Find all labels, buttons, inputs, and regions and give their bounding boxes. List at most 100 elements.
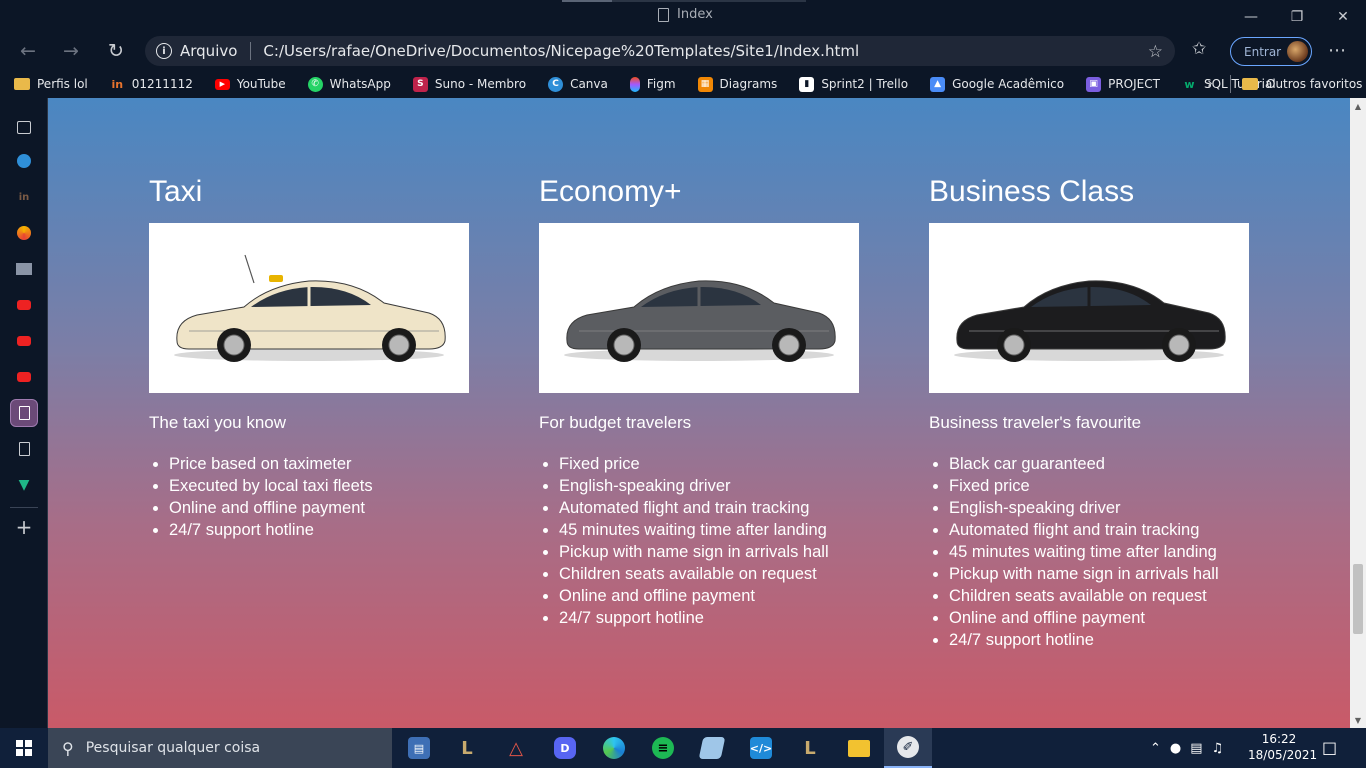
taskbar-app[interactable]: ✐ [884,728,932,768]
add-favorite-icon[interactable]: ☆ [1148,42,1163,62]
chevron-up-icon[interactable]: ⌃ [1150,741,1161,756]
card-title: Economy+ [539,175,682,208]
computer-icon: ▤ [408,737,430,759]
economy-car-image [564,280,836,362]
web-page: Taxi The taxi you know Price based on ta… [48,98,1350,728]
bookmarks-bar: Perfis lol in 01211112 ▶ YouTube ✆ Whats… [0,70,1366,98]
youtube-icon[interactable] [10,291,38,319]
app-icon [698,737,726,759]
youtube-icon: ▶ [214,78,230,90]
favorites-icon[interactable]: ✩ [1192,39,1206,59]
scroll-down-icon[interactable]: ▼ [1350,712,1366,728]
microphone-icon[interactable]: ● [1170,741,1181,756]
whatsapp-icon: ✆ [307,76,323,92]
info-icon[interactable]: i [156,43,172,59]
volume-icon[interactable]: ♫ [1212,741,1224,756]
search-icon: ⚲ [62,738,74,758]
taskbar-app[interactable]: D [541,728,589,768]
feature-item: Black car guaranteed [949,453,1219,475]
taskbar-app[interactable]: L [443,728,491,768]
chevron-right-icon[interactable]: › [1207,74,1213,92]
tab-strip[interactable] [562,0,806,2]
refresh-button[interactable]: ↻ [102,39,130,63]
bookmark-item[interactable]: ▦ Diagrams [684,70,786,98]
car-rim [388,334,410,356]
taskbar-app[interactable] [590,728,638,768]
add-icon[interactable]: + [10,513,38,541]
bookmark-item[interactable]: ▲ Google Acadêmico [916,70,1072,98]
car-rim [223,334,245,356]
notification-icon[interactable]: □ [1322,738,1337,757]
page-icon[interactable] [10,399,38,427]
bookmark-item[interactable]: ▣ PROJECT [1072,70,1168,98]
more-menu-icon[interactable]: ⋯ [1328,40,1346,61]
address-bar[interactable]: i Arquivo C:/Users/rafae/OneDrive/Docume… [145,36,1175,66]
car-rim [1168,334,1190,356]
bookmark-item[interactable]: ▮ Sprint2 | Trello [785,70,916,98]
scheme-label: Arquivo [180,42,238,60]
feature-item: Fixed price [949,475,1219,497]
taskbar-app[interactable]: L [786,728,834,768]
scroll-up-icon[interactable]: ▲ [1350,98,1366,114]
bookmark-item[interactable]: S Suno - Membro [399,70,534,98]
feature-item: Children seats available on request [559,563,829,585]
car-rim [1003,334,1025,356]
minimize-button[interactable]: — [1228,0,1274,33]
card-title: Business Class [929,175,1135,208]
page-icon[interactable] [10,435,38,463]
bookmark-item[interactable]: ▶ YouTube [201,70,294,98]
folder-icon [14,78,30,90]
card-title: Taxi [149,175,203,208]
card-subtitle: For budget travelers [539,413,692,432]
scrollbar-thumb[interactable] [1353,564,1363,634]
card-subtitle: Business traveler's favourite [929,413,1142,432]
window-title: Index [658,7,713,22]
clock[interactable]: 16:22 18/05/2021 [1248,731,1317,763]
bookmark-item[interactable]: in 01211112 [96,70,201,98]
other-favorites[interactable]: Outros favoritos [1242,70,1362,98]
feature-item: English-speaking driver [949,497,1219,519]
window-title-text: Index [677,7,713,22]
restore-button[interactable]: ❐ [1274,0,1320,33]
document-icon [658,7,669,22]
signin-button[interactable]: Entrar [1230,37,1312,66]
bookmark-item[interactable]: Figm [616,70,684,98]
taskbar-app[interactable]: ≡ [639,728,687,768]
bookmark-item[interactable]: ✆ WhatsApp [294,70,399,98]
feature-item: 24/7 support hotline [949,629,1219,651]
browser-sidebar: in ▼ + [0,98,48,728]
start-button[interactable] [0,728,48,768]
tab-actions-icon[interactable] [10,113,38,141]
logo-icon[interactable]: in [10,183,38,211]
canva-icon: C [548,76,564,92]
app-icon[interactable] [10,255,38,283]
app-icon[interactable] [10,219,38,247]
taskbar-app[interactable] [835,728,883,768]
forward-button[interactable]: → [57,39,85,63]
network-icon[interactable]: ▤ [1190,741,1202,756]
car-rim [778,334,800,356]
taskbar-app[interactable]: △ [492,728,540,768]
youtube-icon[interactable] [10,327,38,355]
car-image [149,223,469,393]
close-button[interactable]: ✕ [1320,0,1366,33]
taskbar-app[interactable]: </> [737,728,785,768]
taskbar-app[interactable] [688,728,736,768]
youtube-icon[interactable] [10,363,38,391]
app-icon[interactable]: ▼ [10,471,38,499]
logo-icon: in [111,77,124,91]
url-text[interactable]: C:/Users/rafae/OneDrive/Documentos/Nicep… [263,42,859,60]
canva-icon[interactable] [10,147,38,175]
feature-item: Fixed price [559,453,829,475]
back-button[interactable]: ← [14,39,42,63]
bookmark-item[interactable]: C Canva [534,70,616,98]
edge-icon [603,737,625,759]
taskbar-search[interactable]: ⚲ Pesquisar qualquer coisa [48,728,392,768]
title-bar: Index — ❐ ✕ [0,0,1366,33]
league-icon: L [461,737,473,759]
taskbar-app[interactable]: ▤ [395,728,443,768]
folder-icon [848,739,870,757]
bookmark-item[interactable]: Perfis lol [0,70,96,98]
feature-item: Online and offline payment [169,497,373,519]
page-scrollbar[interactable]: ▲ ▼ [1350,98,1366,728]
